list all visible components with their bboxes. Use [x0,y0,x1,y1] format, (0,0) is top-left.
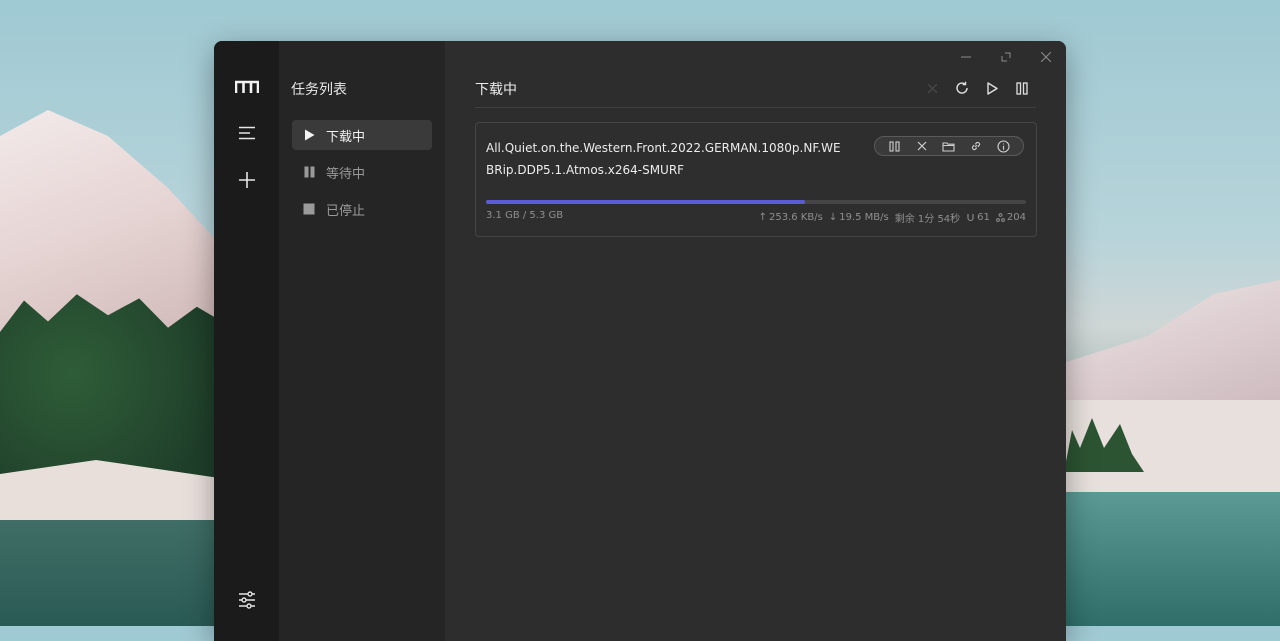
settings-sliders-icon[interactable] [233,586,261,614]
main-panel: 下载中 All.Quiet.on.the.Western.Front.2022.… [445,41,1066,641]
close-icon[interactable] [913,137,931,155]
menu-icon[interactable] [233,119,261,147]
refresh-icon[interactable] [951,77,973,99]
close-icon[interactable] [921,77,943,99]
wallpaper-water-left [0,520,240,626]
task-card[interactable]: All.Quiet.on.the.Western.Front.2022.GERM… [475,122,1037,237]
peers: 204 [996,210,1026,225]
app-logo-icon [233,73,261,101]
task-size: 3.1 GB / 5.3 GB [486,210,564,221]
task-actions [874,136,1024,156]
peers-icon [996,213,1005,222]
nav-item-label: 已停止 [326,203,366,219]
download-speed: ↓ 19.5 MB/s [828,212,889,223]
nav-item-stopped[interactable]: 已停止 [292,194,432,224]
add-task-icon[interactable] [233,166,261,194]
play-icon[interactable] [981,77,1003,99]
task-list-sidebar: 任务列表 下载中 等待中 已停止 [279,41,445,641]
wallpaper-water-right [1060,492,1280,626]
app-window: 任务列表 下载中 等待中 已停止 下载中 All.Quiet.on.the.We… [214,41,1066,641]
pause-icon[interactable] [886,137,904,155]
task-name: All.Quiet.on.the.Western.Front.2022.GERM… [486,141,841,177]
upload-speed: ↑ 253.6 KB/s [758,212,823,223]
arrow-up-icon: ↑ [758,212,767,223]
progress-fill [486,200,805,204]
minimize-icon[interactable] [951,45,981,69]
header-divider [475,107,1036,108]
window-close-icon[interactable] [1031,45,1061,69]
icon-rail [214,41,279,641]
connections: 61 [966,210,990,225]
page-title: 下载中 [475,82,517,98]
wallpaper-mountain-right [1060,280,1280,420]
play-icon [302,128,316,142]
maximize-icon[interactable] [991,45,1021,69]
pause-icon [302,165,316,179]
magnet-icon [967,214,974,222]
link-icon[interactable] [967,137,985,155]
nav-item-label: 等待中 [326,166,366,182]
sidebar-title: 任务列表 [291,82,347,98]
folder-icon[interactable] [940,137,958,155]
arrow-down-icon: ↓ [828,212,838,223]
nav-item-label: 下载中 [326,129,366,145]
progress-bar[interactable] [486,200,1026,204]
nav-item-waiting[interactable]: 等待中 [292,157,432,187]
stop-icon [302,202,316,216]
info-icon[interactable] [994,137,1012,155]
pause-icon[interactable] [1011,77,1033,99]
time-remaining: 剩余 1分 54秒 [894,214,961,225]
nav-item-downloading[interactable]: 下载中 [292,120,432,150]
task-stats: ↑ 253.6 KB/s ↓ 19.5 MB/s 剩余 1分 54秒 61 20… [759,210,1026,225]
